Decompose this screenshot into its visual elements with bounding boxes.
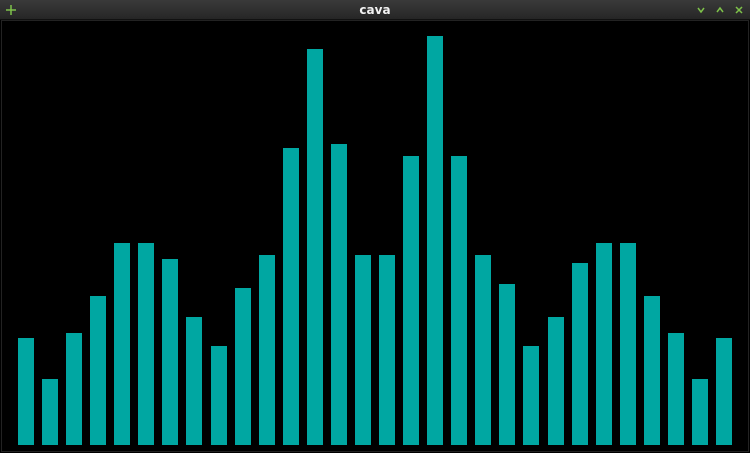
spectrum-bar [307,49,323,445]
spectrum-bar [451,156,467,445]
spectrum-bar [572,263,588,445]
spectrum-bar [259,255,275,445]
spectrum-bar [644,296,660,445]
spectrum-bar [716,338,732,445]
spectrum-bar [283,148,299,445]
spectrum-bar [523,346,539,445]
spectrum-bar [403,156,419,445]
spectrum-visualizer [0,0,750,453]
spectrum-bar [499,284,515,445]
spectrum-bar [42,379,58,445]
spectrum-bar [692,379,708,445]
spectrum-bar [331,144,347,445]
spectrum-bar [186,317,202,445]
spectrum-bar [138,243,154,445]
spectrum-bar [427,36,443,445]
spectrum-bar [548,317,564,445]
spectrum-bar [18,338,34,445]
spectrum-bar [475,255,491,445]
spectrum-bar [355,255,371,445]
spectrum-bar [235,288,251,445]
spectrum-bar [596,243,612,445]
spectrum-bar [162,259,178,445]
spectrum-bar [379,255,395,445]
spectrum-bar [211,346,227,445]
spectrum-bar [620,243,636,445]
spectrum-bar [90,296,106,445]
spectrum-bar [114,243,130,445]
cava-window: cava [0,0,750,453]
spectrum-bar [668,333,684,445]
spectrum-bar [66,333,82,445]
